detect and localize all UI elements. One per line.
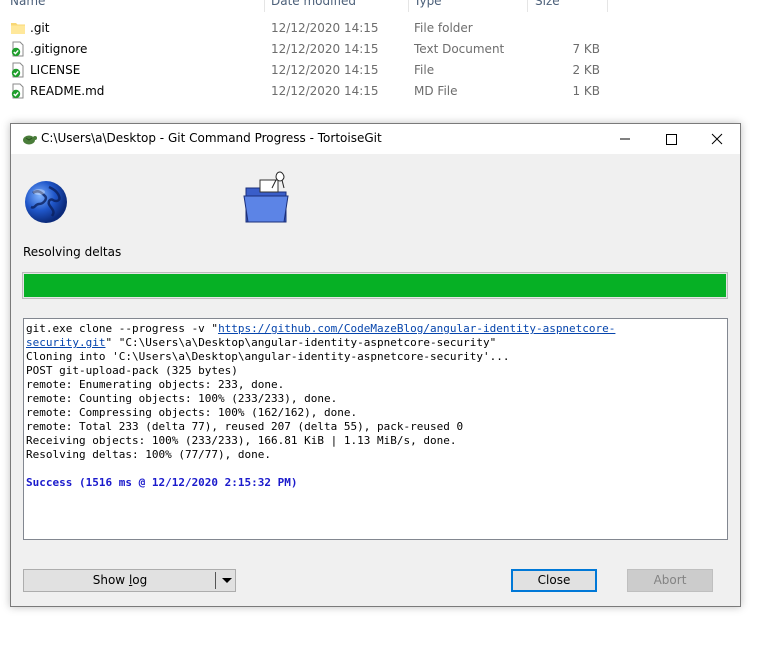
close-button[interactable]: Close [511,569,597,592]
minimize-button[interactable] [602,124,648,154]
tortoisegit-icon [23,135,37,145]
file-row[interactable]: .git 12/12/2020 14:15 File folder [0,18,781,39]
show-log-button[interactable]: Show log [23,569,236,592]
column-separator[interactable] [527,0,528,12]
git-tracked-file-icon [11,41,24,57]
git-tracked-file-icon [11,83,24,99]
column-header-type[interactable]: Type [414,0,524,12]
abort-button[interactable]: Abort [627,569,713,592]
title-bar[interactable]: C:\Users\a\Desktop - Git Command Progres… [11,124,740,154]
file-name: README.md [30,84,105,98]
repo-url-link[interactable]: security.git [26,336,105,349]
window-close-button[interactable] [694,124,740,154]
progress-bar [22,272,728,299]
log-line: security.git" "C:\Users\a\Desktop\angula… [26,336,497,349]
log-line: remote: Total 233 (delta 77), reused 207… [26,420,464,433]
file-type: MD File [414,84,458,98]
file-date: 12/12/2020 14:15 [271,63,379,77]
dropdown-arrow-icon[interactable] [222,578,232,583]
file-explorer-list: Name Date modified Type Size .git 12/12/… [0,0,781,110]
file-date: 12/12/2020 14:15 [271,84,379,98]
log-output[interactable]: git.exe clone --progress -v "https://git… [23,318,728,540]
log-line: remote: Compressing objects: 100% (162/1… [26,406,358,419]
folder-transfer-icon [243,171,289,223]
file-size: 1 KB [572,84,600,98]
log-line: Resolving deltas: 100% (77/77), done. [26,448,272,461]
split-divider [215,572,216,589]
file-name: .gitignore [30,42,88,56]
column-header-date[interactable]: Date modified [271,0,406,12]
file-size: 2 KB [572,63,600,77]
log-line: Cloning into 'C:\Users\a\Desktop\angular… [26,350,510,363]
progress-fill [24,274,726,297]
column-separator[interactable] [264,0,265,12]
status-label: Resolving deltas [23,245,122,259]
file-date: 12/12/2020 14:15 [271,21,379,35]
file-type: File [414,63,435,77]
show-log-label: Show log [92,573,148,587]
minimize-icon [620,138,630,140]
success-message: Success (1516 ms @ 12/12/2020 2:15:32 PM… [26,476,298,489]
column-header-name[interactable]: Name [10,0,260,12]
git-tracked-file-icon [11,62,24,78]
file-name: LICENSE [30,63,81,77]
file-name: .git [30,21,50,35]
folder-icon [11,23,25,34]
log-line: Receiving objects: 100% (233/233), 166.8… [26,434,457,447]
log-line: POST git-upload-pack (325 bytes) [26,364,238,377]
column-header-size[interactable]: Size [535,0,605,12]
log-line: remote: Enumerating objects: 233, done. [26,378,285,391]
column-separator[interactable] [408,0,409,12]
log-line: git.exe clone --progress -v "https://git… [26,322,616,335]
window-title: C:\Users\a\Desktop - Git Command Progres… [41,131,382,145]
file-type: File folder [414,21,473,35]
close-icon [711,133,723,145]
file-size: 7 KB [572,42,600,56]
git-progress-dialog: C:\Users\a\Desktop - Git Command Progres… [10,123,741,607]
file-row[interactable]: README.md 12/12/2020 14:15 MD File 1 KB [0,81,781,102]
file-date: 12/12/2020 14:15 [271,42,379,56]
column-separator[interactable] [607,0,608,12]
log-line: remote: Counting objects: 100% (233/233)… [26,392,338,405]
file-row[interactable]: LICENSE 12/12/2020 14:15 File 2 KB [0,60,781,81]
globe-icon [25,181,67,223]
file-row[interactable]: .gitignore 12/12/2020 14:15 Text Documen… [0,39,781,60]
repo-url-link[interactable]: https://github.com/CodeMazeBlog/angular-… [218,322,615,335]
maximize-icon [666,134,677,145]
file-type: Text Document [414,42,505,56]
log-spacer [26,462,725,476]
maximize-button[interactable] [648,124,694,154]
